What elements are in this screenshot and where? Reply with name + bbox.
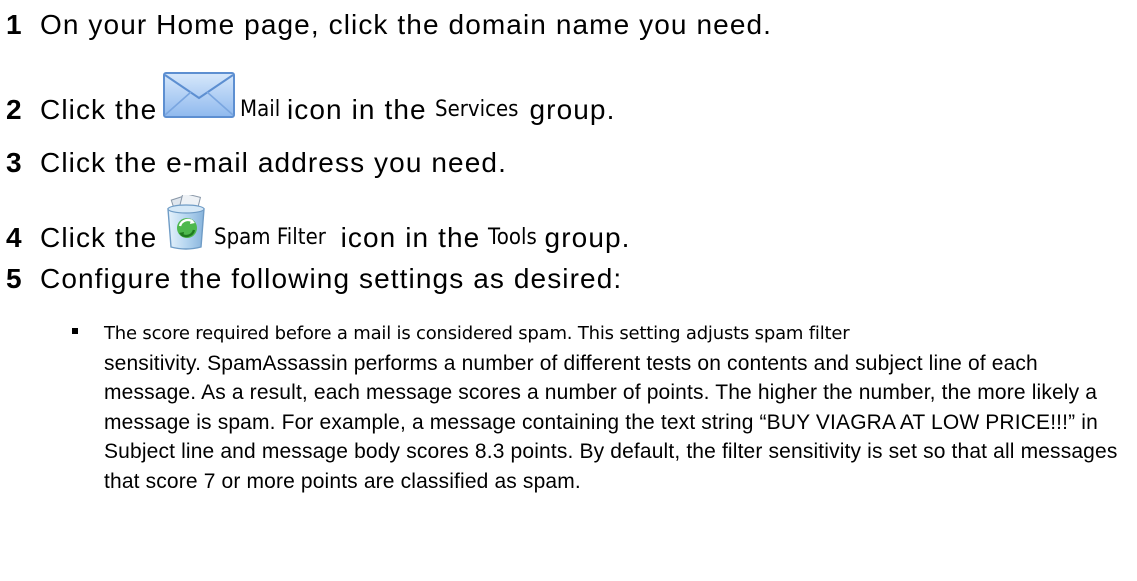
step-text-after: group.	[529, 94, 616, 125]
tools-group-label: Tools	[488, 224, 538, 250]
step-number: 3	[6, 147, 23, 178]
step-text: Click the e-mail address you need.	[40, 147, 507, 178]
step-text-middle: icon in the	[286, 94, 427, 125]
spam-filter-label: Spam Filter	[214, 224, 327, 250]
step-text-before: Click the	[40, 94, 158, 125]
step-number: 2	[6, 94, 23, 125]
step-1: 1 On your Home page, click the domain na…	[6, 11, 772, 39]
spam-filter-bin-icon	[163, 192, 209, 256]
step-text-middle: icon in the	[340, 221, 481, 253]
step-text-after: group.	[544, 221, 631, 253]
bullet-body-text: sensitivity. SpamAssassin performs a num…	[104, 351, 1118, 493]
step-4: 4 Click the Spam Filter icon in the Tool…	[6, 192, 631, 256]
step-number: 1	[6, 9, 23, 40]
step-number: 5	[6, 263, 23, 294]
mail-label: Mail	[240, 97, 281, 122]
spam-score-bullet: The score required before a mail is cons…	[72, 318, 1122, 496]
step-text: Configure the following settings as desi…	[40, 263, 623, 294]
bullet-paragraph: The score required before a mail is cons…	[104, 318, 1122, 496]
step-text: On your Home page, click the domain name…	[40, 9, 773, 40]
step-3: 3 Click the e-mail address you need.	[6, 149, 507, 177]
bullet-square-icon	[72, 328, 78, 334]
step-number: 4	[6, 221, 23, 253]
step-5: 5 Configure the following settings as de…	[6, 265, 622, 293]
mail-envelope-icon	[163, 71, 236, 123]
bullet-lead-text: The score required before a mail is cons…	[104, 323, 850, 344]
step-text-before: Click the	[40, 221, 158, 253]
step-2: 2 Click the Mail icon in the Services gr…	[6, 71, 616, 125]
services-group-label: Services	[434, 97, 519, 122]
